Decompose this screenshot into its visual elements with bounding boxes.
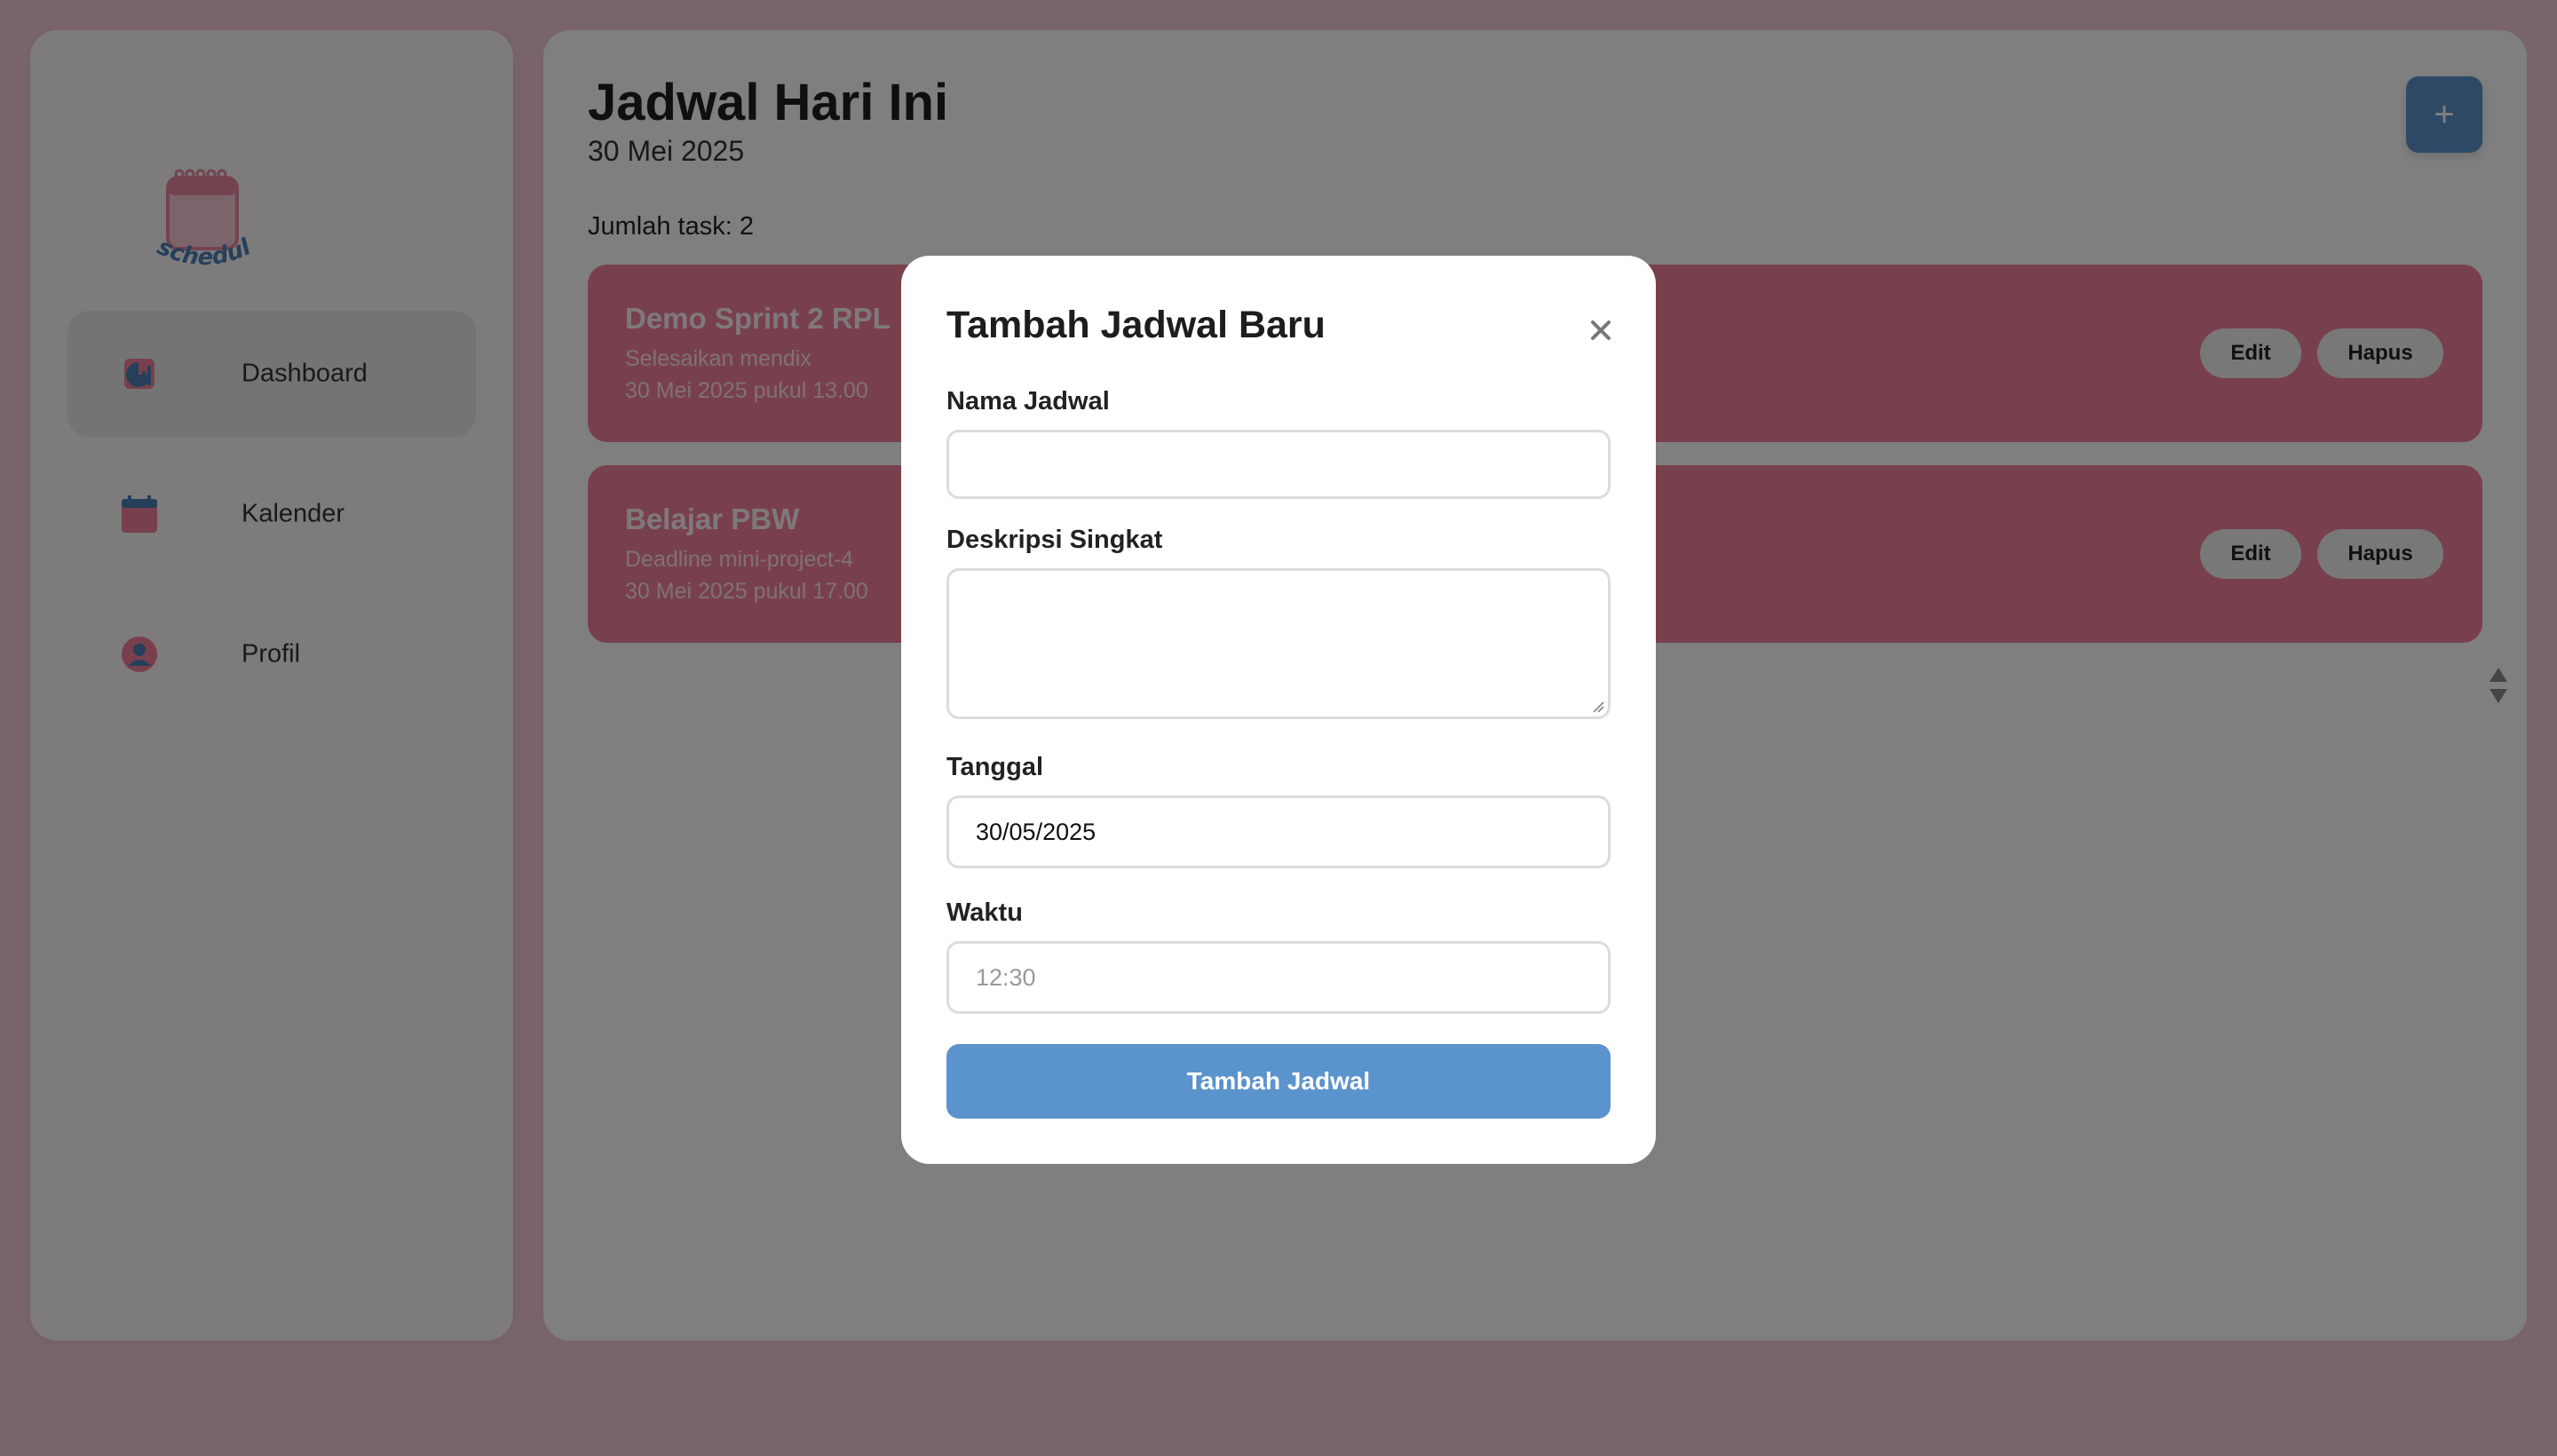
tanggal-label: Tanggal (946, 753, 1044, 781)
tanggal-input[interactable]: 30/05/2025 (946, 795, 1611, 868)
waktu-label: Waktu (946, 898, 1023, 927)
app-root: schedula Dashboard (0, 0, 2557, 1456)
deskripsi-label: Deskripsi Singkat (946, 526, 1163, 554)
nama-jadwal-input[interactable] (946, 430, 1611, 499)
waktu-input[interactable]: 12:30 (946, 941, 1611, 1014)
nama-jadwal-label: Nama Jadwal (946, 387, 1110, 415)
submit-button[interactable]: Tambah Jadwal (946, 1044, 1611, 1119)
modal-title: Tambah Jadwal Baru (946, 304, 1326, 346)
resize-grip-icon[interactable] (1592, 700, 1604, 713)
waktu-placeholder: 12:30 (976, 963, 1036, 991)
tanggal-value: 30/05/2025 (976, 818, 1096, 845)
add-schedule-modal: Tambah Jadwal Baru Nama Jadwal Deskripsi… (901, 256, 1656, 1164)
close-icon[interactable] (1581, 311, 1620, 350)
deskripsi-textarea[interactable] (946, 568, 1611, 719)
